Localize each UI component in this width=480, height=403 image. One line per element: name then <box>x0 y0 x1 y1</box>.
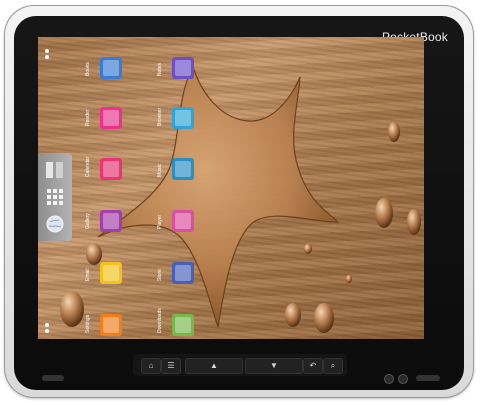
home-button[interactable]: ⌂ <box>141 358 161 374</box>
app-label: Music <box>157 163 163 177</box>
app-label: Settings <box>85 314 91 333</box>
droplet <box>388 122 400 142</box>
globe-icon[interactable] <box>44 213 66 235</box>
browser-icon[interactable] <box>172 107 194 129</box>
books-icon[interactable] <box>100 57 122 79</box>
sensor-dot <box>384 374 394 384</box>
right-key[interactable] <box>416 375 440 381</box>
app-label: Gallery <box>85 213 91 229</box>
droplet <box>314 303 334 333</box>
hardware-controls: ⌂ ☰ ▲ ▼ ↶ ⌕ <box>133 354 347 376</box>
app-label: Email <box>85 268 91 281</box>
app-label: Reader <box>85 109 91 126</box>
calendar-icon[interactable] <box>100 158 122 180</box>
notes-icon[interactable] <box>172 57 194 79</box>
app-label: Books <box>85 62 91 76</box>
app-label: Calendar <box>85 156 91 177</box>
home-screen[interactable]: Books Reader Calendar Gallery Email Sett… <box>38 37 424 339</box>
app-label: Player <box>157 214 163 229</box>
page-indicator-bottom <box>45 323 49 335</box>
app-label: Store <box>157 269 163 281</box>
settings-icon[interactable] <box>100 314 122 336</box>
droplet <box>86 243 102 265</box>
back-button[interactable]: ↶ <box>303 358 323 374</box>
page-indicator-top <box>45 49 49 61</box>
droplet <box>60 291 84 327</box>
reader-icon[interactable] <box>100 107 122 129</box>
player-icon[interactable] <box>172 210 194 232</box>
music-icon[interactable] <box>172 158 194 180</box>
downloads-icon[interactable] <box>172 314 194 336</box>
app-label: Notes <box>157 62 163 76</box>
page-up-button[interactable]: ▲ <box>185 358 243 374</box>
page-down-button[interactable]: ▼ <box>245 358 303 374</box>
side-dock <box>38 153 72 241</box>
left-key[interactable] <box>42 375 64 381</box>
tablet-body: PocketBook <box>4 5 474 398</box>
droplet <box>285 303 301 327</box>
app-label: Downloads <box>157 308 163 333</box>
starfish-shape <box>97 65 340 328</box>
app-label: Browser <box>157 107 163 126</box>
droplet <box>304 244 312 254</box>
droplet <box>346 275 352 283</box>
app-grid-icon[interactable] <box>44 186 66 208</box>
email-icon[interactable] <box>100 262 122 284</box>
droplet <box>375 198 393 228</box>
store-icon[interactable] <box>172 262 194 284</box>
gallery-icon[interactable] <box>100 210 122 232</box>
library-icon[interactable] <box>44 159 66 181</box>
droplet <box>407 209 421 235</box>
power-dot[interactable] <box>398 374 408 384</box>
menu-button[interactable]: ☰ <box>161 358 181 374</box>
wallpaper-starfish <box>60 65 421 333</box>
search-button[interactable]: ⌕ <box>323 358 343 374</box>
